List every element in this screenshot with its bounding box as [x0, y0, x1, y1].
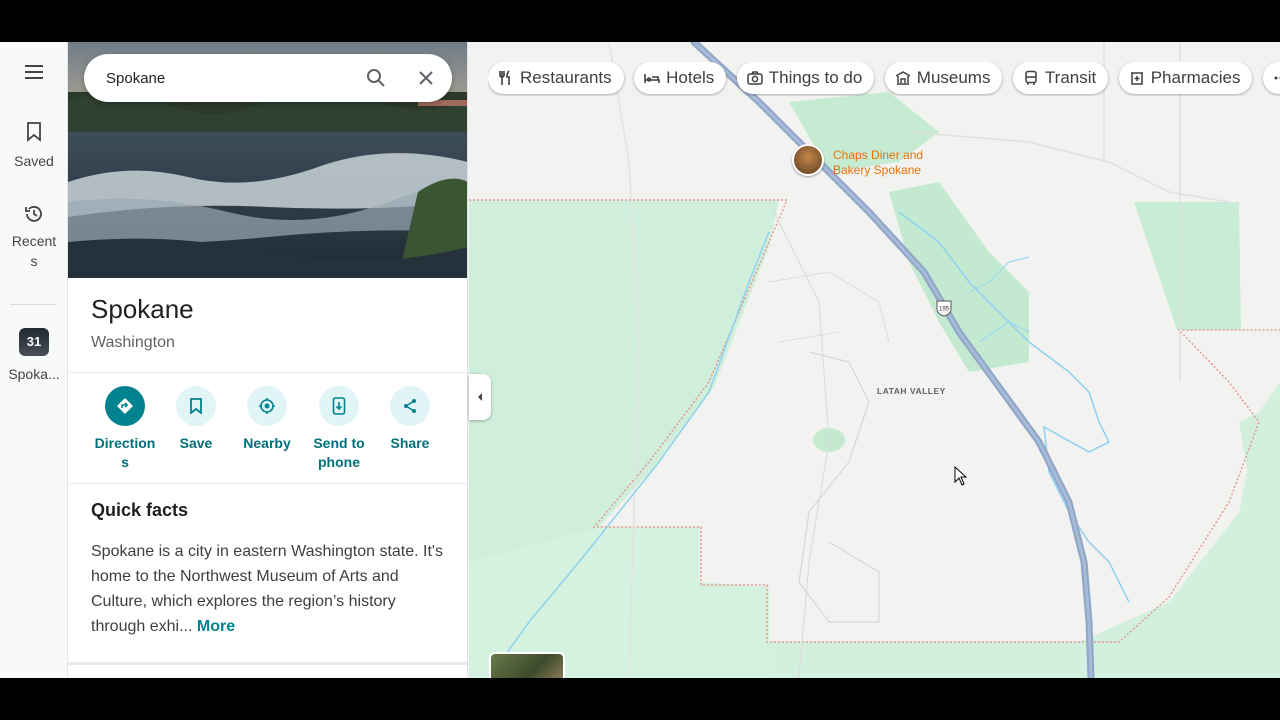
quick-facts-title: Quick facts: [91, 500, 189, 520]
collapse-panel-button[interactable]: [469, 374, 491, 420]
bus-icon: [1025, 70, 1037, 85]
chip-things-to-do[interactable]: Things to do: [736, 62, 875, 94]
action-label: Save: [179, 435, 213, 451]
chip-pharmacies[interactable]: Pharmacies: [1118, 62, 1253, 94]
chip-hotels[interactable]: Hotels: [634, 62, 727, 94]
maps-app: Restaurants Hotels Things to do Museums …: [0, 42, 1280, 678]
directions-button[interactable]: Direction s: [89, 386, 161, 472]
share-button[interactable]: Share: [374, 386, 446, 453]
quick-facts-body: Spokane is a city in eastern Washington …: [91, 539, 451, 639]
left-rail: Saved Recent s 31 Spoka...: [0, 42, 68, 678]
place-panel: Spokane Washington Direction s Save Nea: [68, 42, 468, 678]
bed-icon: [644, 74, 660, 83]
chip-museums[interactable]: Museums: [884, 62, 1003, 94]
place-subtitle: Washington: [91, 334, 175, 351]
send-to-phone-icon: [319, 386, 359, 426]
action-label: Share: [390, 435, 430, 451]
action-label: Direction s: [94, 435, 156, 470]
place-hero-photo[interactable]: [68, 42, 467, 278]
divider: [68, 372, 467, 373]
send-to-phone-button[interactable]: Send to phone: [303, 386, 375, 472]
bookmark-icon: [27, 122, 41, 142]
quick-facts-text: Spokane is a city in eastern Washington …: [91, 543, 443, 635]
museum-icon: [895, 71, 911, 85]
chip-label: Transit: [1044, 68, 1097, 87]
nearby-button[interactable]: Nearby: [231, 386, 303, 453]
fork-knife-icon: [499, 70, 510, 85]
divider: [68, 662, 467, 665]
rail-divider: [10, 304, 56, 305]
menu-button[interactable]: [0, 64, 68, 83]
letterbox-top: [0, 0, 1280, 42]
share-icon: [390, 386, 430, 426]
map-canvas[interactable]: [469, 42, 1280, 678]
bookmark-icon: [176, 386, 216, 426]
poi-label[interactable]: Chaps Diner and Bakery Spokane: [833, 148, 923, 178]
chip-label: Hotels: [666, 68, 715, 87]
chip-label: Restaurants: [520, 68, 612, 87]
search-input[interactable]: [106, 66, 346, 90]
hamburger-menu-icon: [25, 65, 43, 79]
chip-label: Things to do: [768, 68, 863, 87]
route-shield-number: 195: [939, 307, 950, 313]
saved-button[interactable]: Saved: [0, 122, 68, 171]
action-bar: Direction s Save Nearby Send to phone Sh…: [68, 386, 467, 482]
recents-label: Recent s: [11, 233, 57, 269]
search-icon[interactable]: [364, 66, 388, 90]
place-title: Spokane: [91, 294, 194, 324]
recents-button[interactable]: Recent s: [0, 204, 68, 271]
action-label: Nearby: [243, 435, 291, 451]
directions-icon: [105, 386, 145, 426]
saved-label: Saved: [14, 153, 54, 169]
route-shield-icon: 195: [936, 300, 952, 317]
close-icon[interactable]: [414, 66, 438, 90]
save-button[interactable]: Save: [160, 386, 232, 453]
map-base: [469, 42, 1280, 678]
history-icon: [25, 206, 42, 222]
chevron-left-icon: [478, 393, 482, 401]
chip-restaurants[interactable]: Restaurants: [488, 62, 624, 94]
nearby-icon: [247, 386, 287, 426]
chip-transit[interactable]: Transit: [1012, 62, 1109, 94]
divider: [68, 483, 467, 484]
chip-label: Pharmacies: [1150, 68, 1241, 87]
recent-item-spokane[interactable]: 31 Spoka...: [0, 328, 68, 384]
search-box[interactable]: [84, 54, 452, 102]
more-link[interactable]: More: [197, 618, 235, 635]
camera-icon: [747, 71, 763, 85]
recent-item-label: Spoka...: [8, 366, 60, 382]
chip-more[interactable]: [1262, 62, 1280, 94]
restaurant-pin[interactable]: [792, 144, 824, 176]
recent-thumbnail: 31: [19, 328, 49, 356]
action-label: Send to phone: [313, 435, 365, 470]
mouse-cursor-icon: [954, 466, 968, 486]
more-icon: [1274, 76, 1280, 80]
layers-thumbnail[interactable]: [489, 652, 565, 678]
category-chips: Restaurants Hotels Things to do Museums …: [488, 62, 1280, 96]
chip-label: Museums: [916, 68, 991, 87]
pharmacy-icon: [1130, 72, 1143, 85]
area-label: LATAH VALLEY: [877, 386, 946, 396]
letterbox-bottom: [0, 678, 1280, 720]
